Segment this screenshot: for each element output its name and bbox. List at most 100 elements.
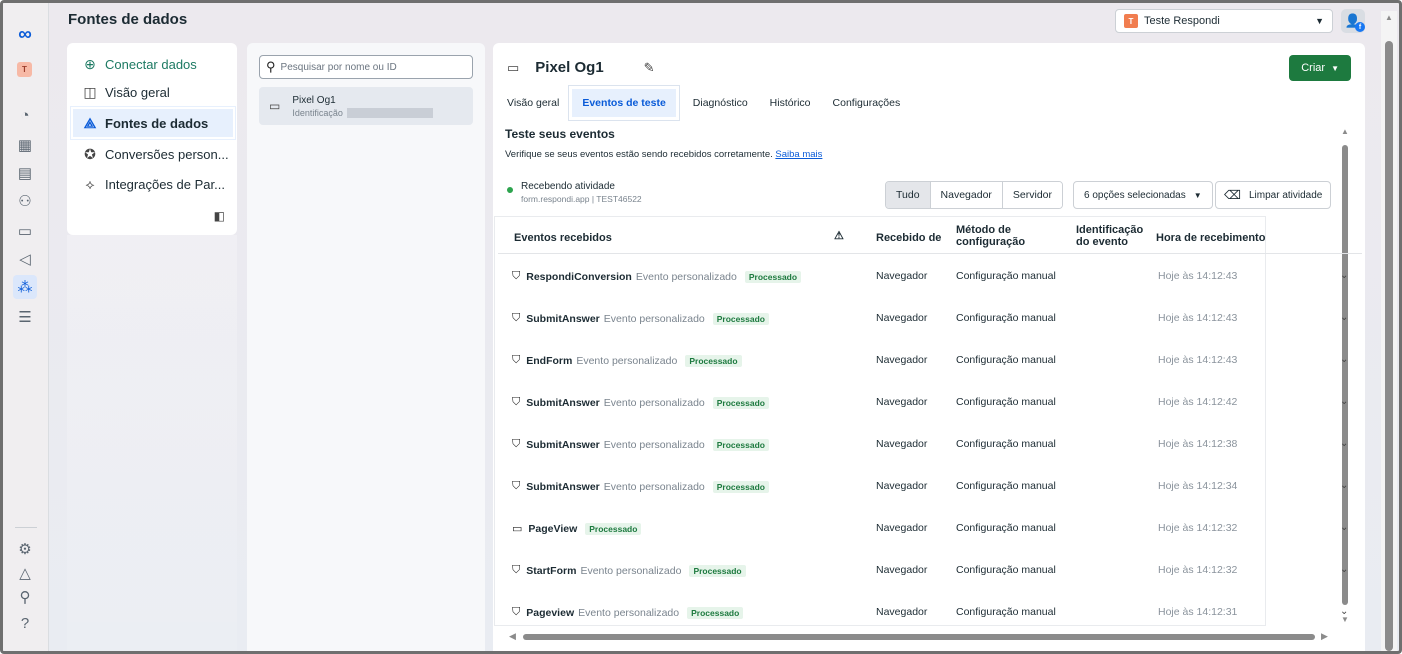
table-row[interactable]: ⛉ SubmitAnswer Evento personalizado Process… <box>498 298 1362 340</box>
sidebar-item-partner-integrations[interactable]: ⟡ Integrações de Par... <box>77 171 233 197</box>
scroll-left-icon[interactable]: ◀ <box>509 631 516 642</box>
table-row[interactable]: ⛉ RespondiConversion Evento personalizado P… <box>498 256 1362 298</box>
event-name: SubmitAnswer <box>526 480 600 493</box>
chevron-down-icon[interactable]: ⌄ <box>1340 270 1348 281</box>
tag-icon: ⛉ <box>512 396 521 408</box>
status-badge: Processado <box>712 438 769 451</box>
event-cell: ⛉ SubmitAnswer Evento personalizado Process… <box>512 480 769 493</box>
table-row[interactable]: ▭ PageView Processado Navegador Configuração… <box>498 508 1362 550</box>
meta-logo-icon[interactable]: ∞ <box>15 24 35 45</box>
status-badge: Processado <box>689 564 746 577</box>
search-placeholder: Pesquisar por nome ou ID <box>280 61 397 73</box>
activity-status: Recebendo atividade form.respondi.app | … <box>507 181 642 204</box>
notifications-bell-icon[interactable]: △ <box>15 563 35 583</box>
col-received-from: Recebido de <box>876 232 942 244</box>
create-button[interactable]: Criar ▼ <box>1289 55 1351 81</box>
table-row[interactable]: ⛉ SubmitAnswer Evento personalizado Process… <box>498 466 1362 508</box>
scroll-right-icon[interactable]: ▶ <box>1321 631 1328 642</box>
events-manager-icon[interactable]: ⁂ <box>13 275 37 299</box>
table-row[interactable]: ⛉ SubmitAnswer Evento personalizado Process… <box>498 382 1362 424</box>
settings-gear-icon[interactable]: ⚙ <box>15 539 35 559</box>
received-time-cell: Hoje às 14:12:32 <box>1158 564 1238 576</box>
sidebar-item-label: Integrações de Par... <box>105 176 225 192</box>
event-name: SubmitAnswer <box>526 312 600 325</box>
pixel-list-panel: ⚲ Pesquisar por nome ou ID ▭ Pixel Og1 I… <box>247 43 485 651</box>
pixel-list-item[interactable]: ▭ Pixel Og1 Identificação <box>259 87 473 125</box>
setup-method-cell: Configuração manual <box>956 522 1056 534</box>
megaphone-icon[interactable]: ◁ <box>15 249 35 269</box>
sidebar-item-data-sources[interactable]: ⟁ Fontes de dados <box>70 106 236 140</box>
clear-activity-button[interactable]: ⌫ Limpar atividade <box>1215 181 1332 209</box>
page-title: Fontes de dados <box>68 11 188 28</box>
help-icon[interactable]: ? <box>15 613 35 633</box>
create-button-label: Criar <box>1301 62 1326 74</box>
table-grid-icon[interactable]: ▦ <box>15 135 35 155</box>
chevron-down-icon[interactable]: ⌄ <box>1340 312 1348 323</box>
tag-icon: ⛉ <box>512 312 521 324</box>
learn-more-link[interactable]: Saiba mais <box>775 149 822 160</box>
status-badge: Processado <box>687 606 744 619</box>
chevron-down-icon[interactable]: ⌄ <box>1340 396 1348 407</box>
received-from-cell: Navegador <box>876 270 928 282</box>
warning-icon: ⚠ <box>834 230 844 242</box>
data-sources-icon: ⟁ <box>83 114 97 131</box>
tab-history[interactable]: Histórico <box>770 89 811 117</box>
event-type: Evento personalizado <box>603 396 705 409</box>
edit-pencil-icon[interactable]: ✎ <box>644 60 655 76</box>
filter-browser-button[interactable]: Navegador <box>930 182 1003 208</box>
section-description: Verifique se seus eventos estão sendo re… <box>505 149 822 160</box>
received-time-cell: Hoje às 14:12:43 <box>1158 270 1238 282</box>
sidebar-item-label: Visão geral <box>105 84 170 100</box>
table-row[interactable]: ⛉ StartForm Evento personalizado Processado… <box>498 550 1362 592</box>
setup-method-cell: Configuração manual <box>956 564 1056 576</box>
chevron-down-icon[interactable]: ⌄ <box>1340 522 1348 533</box>
plus-circle-icon: ⊕ <box>84 55 96 72</box>
scroll-thumb[interactable] <box>523 634 1315 640</box>
audience-people-icon[interactable]: ⚇ <box>15 191 35 211</box>
sidebar-item-overview[interactable]: ◫ Visão geral <box>77 79 233 105</box>
setup-method-cell: Configuração manual <box>956 354 1056 366</box>
scroll-thumb[interactable] <box>1385 41 1393 651</box>
event-cell: ⛉ SubmitAnswer Evento personalizado Process… <box>512 396 769 409</box>
account-selector[interactable]: T Teste Respondi ▼ <box>1115 9 1333 33</box>
search-icon[interactable]: ⚲ <box>15 587 35 607</box>
sidebar-item-connect-data[interactable]: ⊕ Conectar dados <box>77 51 233 77</box>
tab-overview[interactable]: Visão geral <box>507 89 559 117</box>
tab-diagnostics[interactable]: Diagnóstico <box>693 89 748 117</box>
table-row[interactable]: ⛉ SubmitAnswer Evento personalizado Process… <box>498 424 1362 466</box>
event-type: Evento personalizado <box>580 564 682 577</box>
received-time-cell: Hoje às 14:12:38 <box>1158 438 1238 450</box>
table-row[interactable]: ⛉ EndForm Evento personalizado Processado Na… <box>498 340 1362 382</box>
chevron-down-icon[interactable]: ⌄ <box>1340 354 1348 365</box>
account-avatar-icon[interactable]: T <box>17 62 32 77</box>
chevron-down-icon[interactable]: ⌄ <box>1340 606 1348 617</box>
scroll-up-icon[interactable]: ▲ <box>1385 13 1393 22</box>
dashboard-gauge-icon[interactable]: ◔ <box>15 105 35 125</box>
search-input[interactable]: ⚲ Pesquisar por nome ou ID <box>259 55 473 79</box>
horizontal-scrollbar[interactable]: ◀ ▶ <box>509 631 1329 643</box>
setup-method-cell: Configuração manual <box>956 396 1056 408</box>
tab-test-events[interactable]: Eventos de teste <box>568 85 680 121</box>
scroll-up-icon[interactable]: ▲ <box>1341 127 1349 136</box>
global-nav: ∞ T ◔ ▦ ▤ ⚇ ▭ ◁ ⁂ ☰ ⚙ △ ⚲ ? <box>3 3 49 651</box>
catalog-icon[interactable]: ▤ <box>15 163 35 183</box>
caret-down-icon: ▼ <box>1315 16 1324 26</box>
tag-icon: ⛉ <box>512 438 521 450</box>
collapse-sidebar-icon[interactable]: ◧ <box>214 209 225 223</box>
menu-icon[interactable]: ☰ <box>15 307 35 327</box>
tab-settings[interactable]: Configurações <box>833 89 901 117</box>
col-events: Eventos recebidos <box>514 232 612 244</box>
chevron-down-icon[interactable]: ⌄ <box>1340 438 1348 449</box>
overview-icon: ◫ <box>83 83 97 100</box>
chevron-down-icon[interactable]: ⌄ <box>1340 480 1348 491</box>
filter-all-button[interactable]: Tudo <box>886 182 931 208</box>
sidebar-item-custom-conversions[interactable]: ✪ Conversões person... <box>77 141 233 167</box>
filter-server-button[interactable]: Servidor <box>1002 182 1063 208</box>
options-dropdown[interactable]: 6 opções selecionadas ▼ <box>1073 181 1213 209</box>
received-time-cell: Hoje às 14:12:31 <box>1158 606 1238 618</box>
billing-card-icon[interactable]: ▭ <box>15 221 35 241</box>
window-scrollbar[interactable]: ▲ <box>1381 11 1397 651</box>
table-row[interactable]: ⛉ Pageview Evento personalizado Processado N… <box>498 592 1362 634</box>
chevron-down-icon[interactable]: ⌄ <box>1340 564 1348 575</box>
received-time-cell: Hoje às 14:12:43 <box>1158 312 1238 324</box>
